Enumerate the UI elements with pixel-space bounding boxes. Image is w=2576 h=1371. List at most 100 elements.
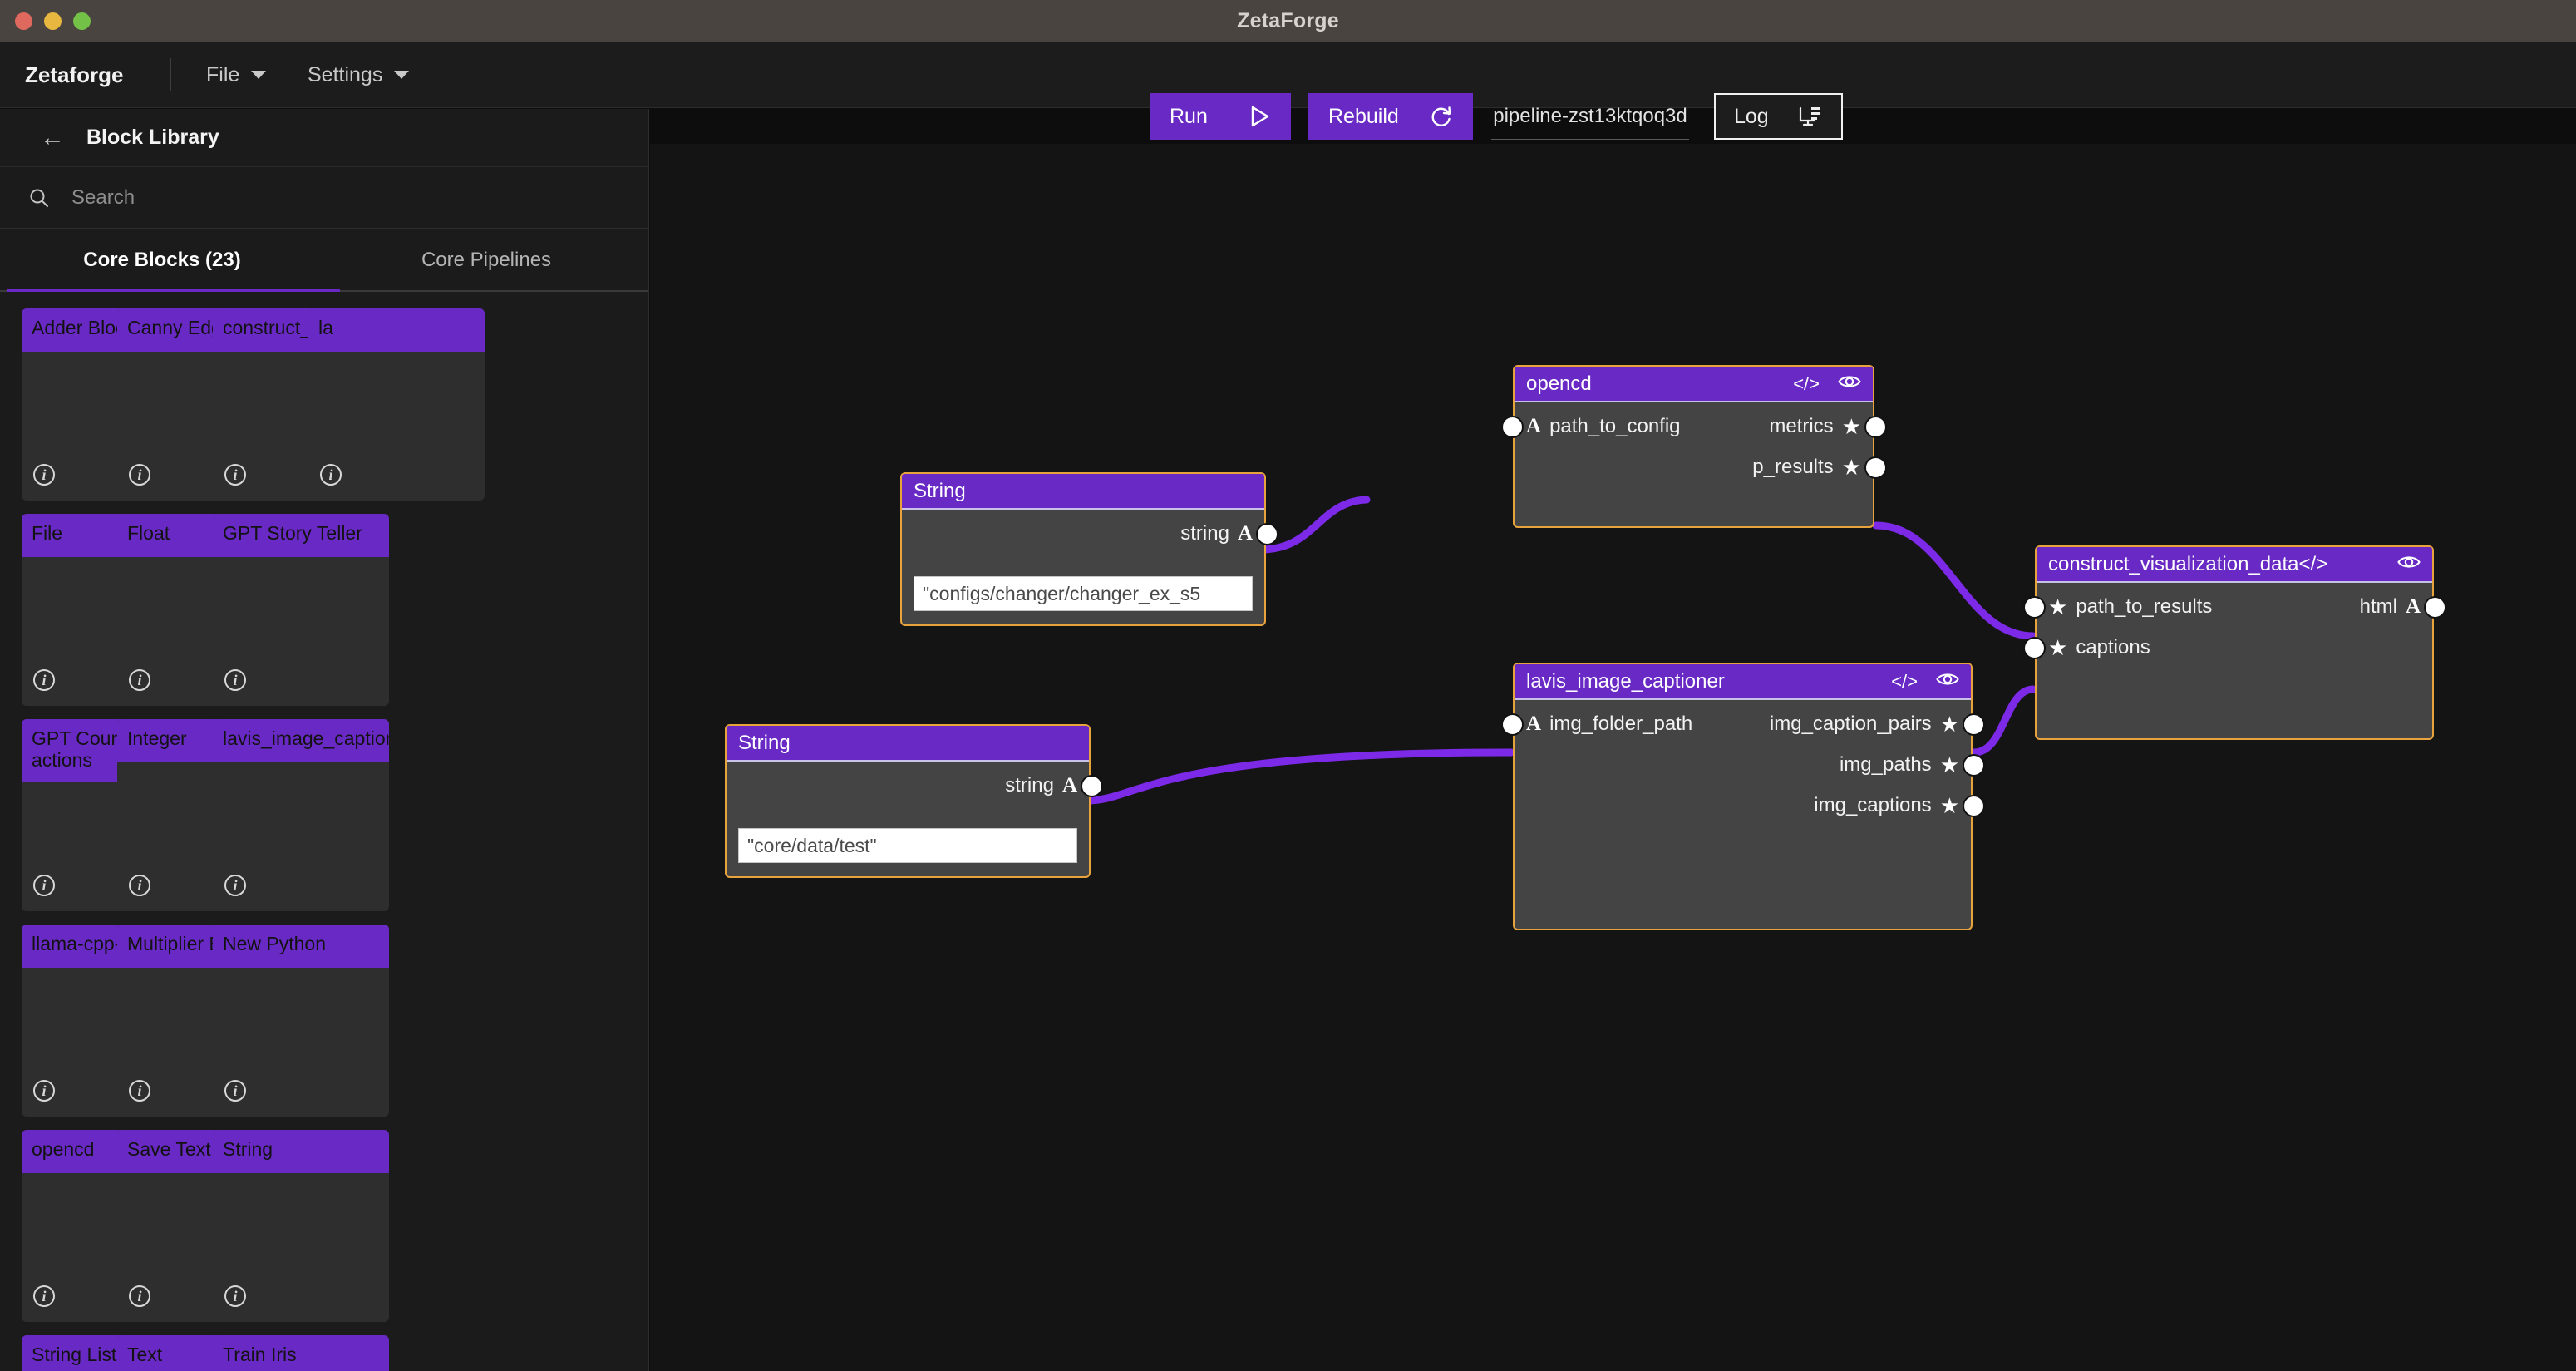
- menu-item-file[interactable]: File: [206, 42, 267, 108]
- node-output-port[interactable]: img_paths ★: [1840, 751, 1959, 779]
- output-connector-dot[interactable]: [1081, 775, 1103, 797]
- type-any-icon: ★: [1939, 793, 1959, 818]
- node-header[interactable]: lavis_image_captioner </>: [1515, 664, 1971, 700]
- type-string-icon: A: [1061, 774, 1077, 796]
- window-title: ZetaForge: [1237, 8, 1339, 32]
- node-title: lavis_image_captioner: [1526, 669, 1725, 693]
- info-icon[interactable]: i: [129, 1080, 150, 1102]
- info-icon[interactable]: i: [224, 875, 246, 896]
- app-brand: Zetaforge: [25, 62, 124, 87]
- pipeline-node[interactable]: opencd </> Apath_to_config metrics ★ p_result…: [1501, 365, 1887, 528]
- info-icon[interactable]: i: [129, 669, 150, 691]
- node-output-port[interactable]: string A: [1180, 520, 1253, 548]
- output-connector-dot[interactable]: [1864, 456, 1887, 479]
- output-connector-dot[interactable]: [1256, 523, 1278, 545]
- node-output-port[interactable]: html A: [2360, 593, 2421, 621]
- type-string-icon: A: [1526, 713, 1542, 735]
- info-icon[interactable]: i: [33, 1285, 55, 1307]
- output-connector-dot[interactable]: [2424, 596, 2446, 619]
- node-text-input[interactable]: "core/data/test": [738, 828, 1077, 863]
- info-icon[interactable]: i: [224, 1080, 246, 1102]
- node-output-port[interactable]: string A: [1005, 772, 1077, 800]
- tab-underline-active: [7, 289, 340, 292]
- block-library-sidebar: ← Block Library Core Blocks (23) Core Pi…: [0, 109, 649, 1371]
- pipeline-node[interactable]: String string A "configs/changer/changer_ex…: [900, 472, 1278, 626]
- block-library-item[interactable]: Train Irisi: [213, 1335, 389, 1371]
- block-library-item[interactable]: String i: [213, 1130, 389, 1322]
- eye-icon[interactable]: [1838, 372, 1861, 391]
- node-output-label: html: [2359, 595, 2397, 618]
- block-library-item[interactable]: la i: [308, 308, 485, 501]
- code-icon[interactable]: </>: [1891, 671, 1918, 693]
- output-connector-dot[interactable]: [1963, 795, 1985, 817]
- menu-item-settings[interactable]: Settings: [308, 42, 410, 108]
- info-icon[interactable]: i: [129, 464, 150, 486]
- info-icon[interactable]: i: [129, 875, 150, 896]
- log-button[interactable]: Log: [1714, 93, 1843, 140]
- eye-icon[interactable]: [1936, 670, 1959, 688]
- minimize-button[interactable]: [44, 12, 62, 30]
- info-icon[interactable]: i: [33, 875, 55, 896]
- node-header[interactable]: String: [727, 726, 1089, 762]
- input-connector-dot[interactable]: [1501, 416, 1524, 438]
- block-grid: Adder Block i Canny Edge i construct_visuali…: [0, 292, 648, 1371]
- search-input[interactable]: [71, 185, 587, 210]
- sidebar-search-bar[interactable]: [0, 167, 648, 229]
- output-connector-dot[interactable]: [1864, 416, 1887, 438]
- node-output-label: img_caption_pairs: [1769, 713, 1932, 735]
- output-connector-dot[interactable]: [1963, 713, 1985, 736]
- eye-icon-wrap[interactable]: [1838, 372, 1861, 395]
- pipeline-node[interactable]: String string A "core/data/test": [725, 724, 1103, 878]
- block-library-item[interactable]: New Python i: [213, 925, 389, 1117]
- node-output-port[interactable]: img_captions ★: [1814, 792, 1959, 820]
- info-icon[interactable]: i: [224, 669, 246, 691]
- block-library-item[interactable]: GPT Story Teller i: [213, 514, 389, 706]
- node-output-port[interactable]: img_caption_pairs ★: [1770, 710, 1959, 738]
- info-icon[interactable]: i: [224, 464, 246, 486]
- node-text-input[interactable]: "configs/changer/changer_ex_s5: [914, 576, 1253, 611]
- node-input-port[interactable]: ★ path_to_results: [2048, 593, 2212, 621]
- node-header[interactable]: opencd </>: [1515, 367, 1873, 402]
- pipeline-canvas[interactable]: String string A "configs/changer/changer_ex…: [650, 144, 2576, 1371]
- node-output-port[interactable]: metrics ★: [1769, 412, 1861, 441]
- info-icon[interactable]: i: [320, 464, 342, 486]
- node-input-port[interactable]: Aimg_folder_path: [1526, 710, 1692, 738]
- block-library-item-label: String: [213, 1130, 389, 1173]
- block-library-item-label: la: [308, 308, 485, 352]
- run-button[interactable]: Run: [1150, 93, 1291, 140]
- type-string-icon: A: [1526, 415, 1542, 437]
- node-input-label: captions: [2076, 636, 2150, 658]
- node-input-port[interactable]: Apath_to_config: [1526, 412, 1681, 441]
- code-icon[interactable]: </>: [1793, 373, 1820, 395]
- eye-icon-wrap[interactable]: [1936, 670, 1959, 693]
- info-icon[interactable]: i: [33, 1080, 55, 1102]
- input-connector-dot[interactable]: [2023, 637, 2046, 659]
- close-button[interactable]: [15, 12, 32, 30]
- rebuild-button[interactable]: Rebuild: [1308, 93, 1473, 140]
- type-string-icon: A: [2405, 595, 2421, 618]
- pipeline-node[interactable]: lavis_image_captioner </> Aimg_folder_path…: [1501, 663, 1985, 930]
- node-output-port[interactable]: p_results ★: [1752, 453, 1861, 481]
- arrow-left-icon[interactable]: ←: [40, 125, 65, 150]
- maximize-button[interactable]: [73, 12, 91, 30]
- type-any-icon: ★: [2048, 635, 2068, 660]
- block-library-item[interactable]: lavis_image_caption i: [213, 719, 389, 911]
- input-connector-dot[interactable]: [2023, 596, 2046, 619]
- info-icon[interactable]: i: [224, 1285, 246, 1307]
- menu-item-file-label: File: [206, 62, 240, 86]
- eye-icon-wrap[interactable]: [2397, 553, 2421, 575]
- node-header[interactable]: String: [902, 474, 1264, 510]
- pipeline-name-field[interactable]: pipeline-zst13ktqoq3d: [1491, 93, 1689, 140]
- info-icon[interactable]: i: [33, 669, 55, 691]
- output-connector-dot[interactable]: [1963, 754, 1985, 777]
- node-input-port[interactable]: ★ captions: [2048, 634, 2150, 662]
- pipeline-node[interactable]: construct_visualization_data</> ★ path_to_…: [2023, 545, 2446, 740]
- monitor-icon: [1799, 106, 1820, 126]
- info-icon[interactable]: i: [33, 464, 55, 486]
- tab-core-blocks[interactable]: Core Blocks (23): [0, 229, 324, 292]
- info-icon[interactable]: i: [129, 1285, 150, 1307]
- node-header[interactable]: construct_visualization_data</>: [2037, 547, 2432, 583]
- eye-icon[interactable]: [2397, 553, 2421, 571]
- tab-core-pipelines[interactable]: Core Pipelines: [324, 229, 648, 292]
- input-connector-dot[interactable]: [1501, 713, 1524, 736]
